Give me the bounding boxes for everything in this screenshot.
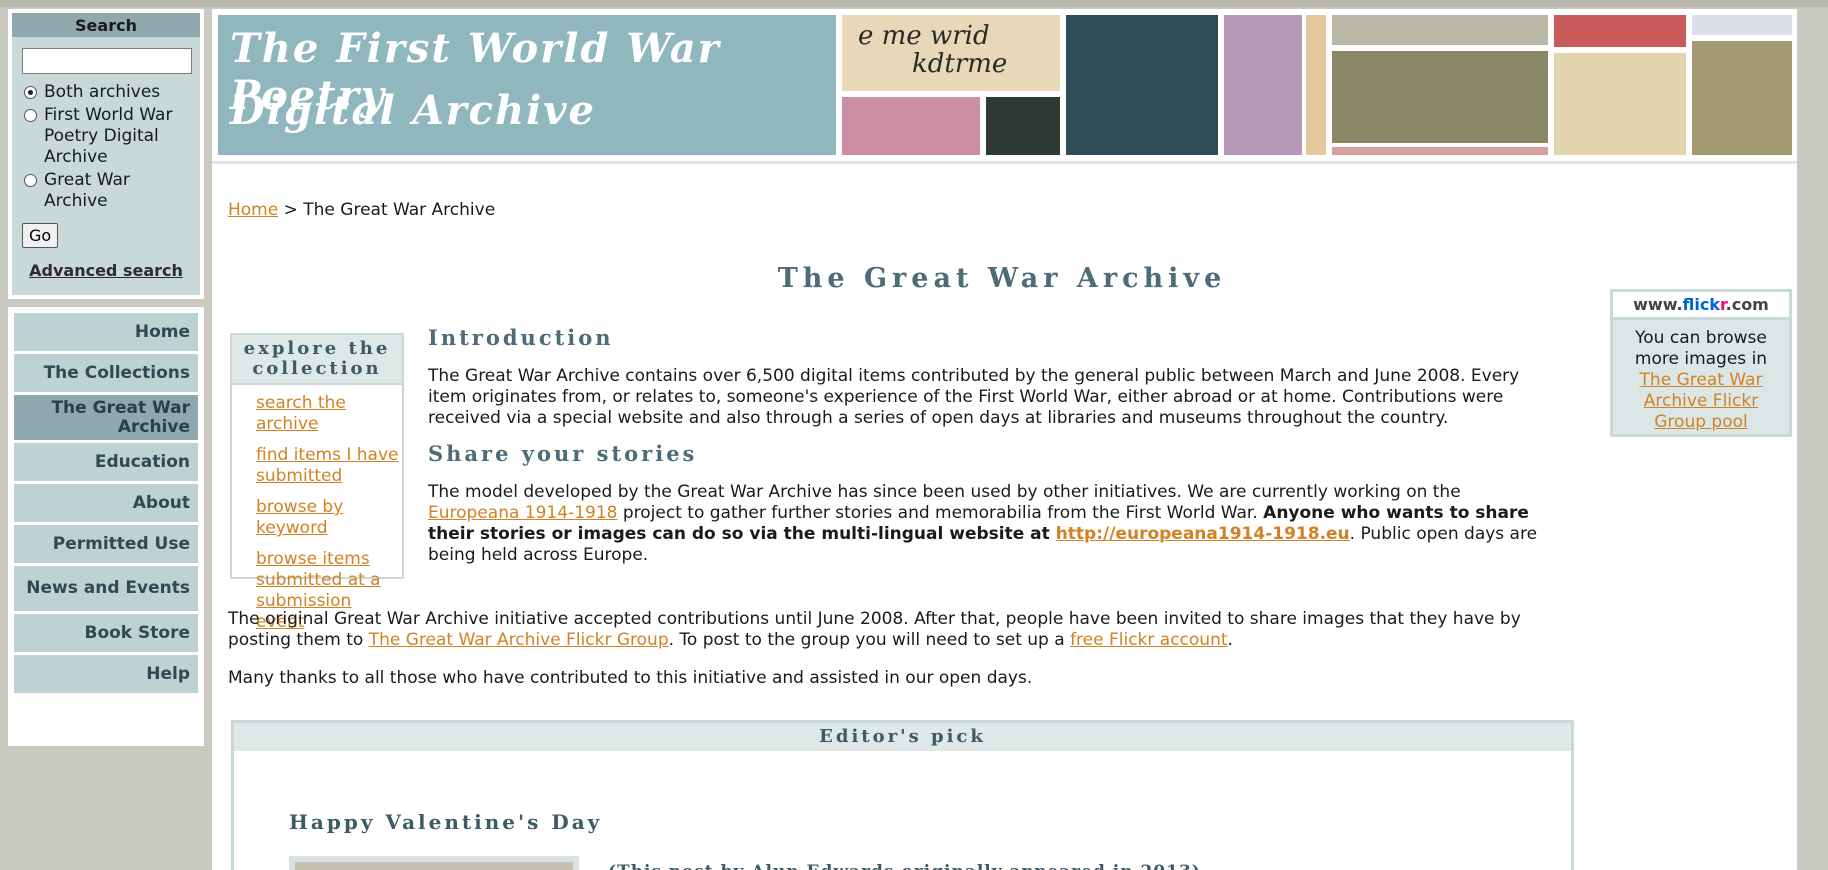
share-text-part: The model developed by the Great War Arc… <box>428 482 1461 502</box>
flickr-logo-www: www. <box>1633 295 1683 314</box>
flickr-pool-link[interactable]: The Great War Archive Flickr Group pool <box>1640 370 1763 432</box>
explore-link-my-items[interactable]: find items I have submitted <box>256 445 398 486</box>
banner-photo-soldier <box>1066 15 1218 155</box>
banner-photo-blue <box>1692 15 1792 35</box>
europeana-url-link[interactable]: http://europeana1914-1918.eu <box>1056 524 1350 544</box>
europeana-link[interactable]: Europeana 1914-1918 <box>428 503 617 523</box>
go-button[interactable]: Go <box>22 223 59 248</box>
banner-photo-letter <box>1332 15 1548 45</box>
nav-item-about[interactable]: About <box>14 484 198 525</box>
radio-button[interactable] <box>24 109 37 122</box>
banner-divider <box>212 161 1797 164</box>
post-thumbnail[interactable] <box>289 856 579 870</box>
banner-photo-red <box>1554 15 1686 47</box>
breadcrumb-current: The Great War Archive <box>303 200 496 220</box>
banner-photo-soldier-small <box>986 97 1060 155</box>
nav-item-great-war-archive[interactable]: The Great War Archive <box>14 395 198 443</box>
main-content: The First World War Poetry Digital Archi… <box>212 9 1797 870</box>
search-panel: Search Both archives First World War Poe… <box>8 9 204 299</box>
nav-item-collections[interactable]: The Collections <box>14 354 198 395</box>
main-nav: Home The Collections The Great War Archi… <box>8 307 204 746</box>
breadcrumb: Home > The Great War Archive <box>228 200 495 220</box>
banner-title-line2: Digital Archive <box>230 87 596 134</box>
original-text-part: . <box>1227 630 1233 650</box>
original-text: The original Great War Archive initiativ… <box>228 609 1568 651</box>
explore-panel: explore the collection search the archiv… <box>230 333 404 632</box>
flickr-logo[interactable]: www.flickr.com <box>1613 292 1789 320</box>
radio-first-world-war-poetry[interactable]: First World War Poetry Digital Archive <box>18 105 194 168</box>
explore-link-search[interactable]: search the archive <box>256 393 346 434</box>
thanks-text: Many thanks to all those who have contri… <box>228 668 1033 688</box>
radio-great-war-archive[interactable]: Great War Archive <box>18 170 194 212</box>
post-title[interactable]: Happy Valentine's Day <box>289 810 602 834</box>
banner-photo-troops <box>1332 51 1548 143</box>
page-scrollbar[interactable] <box>1805 9 1828 870</box>
radio-label: Both archives <box>44 82 161 102</box>
post-subtitle: (This post by Alun Edwards originally ap… <box>608 862 1201 870</box>
intro-heading: Introduction <box>428 325 614 350</box>
explore-link-keyword[interactable]: browse by keyword <box>256 497 343 538</box>
original-section: The original Great War Archive initiativ… <box>228 609 1568 706</box>
radio-button[interactable] <box>24 174 37 187</box>
share-heading: Share your stories <box>428 441 698 466</box>
radio-both-archives[interactable]: Both archives <box>18 82 194 103</box>
editors-pick-panel: Editor's pick Happy Valentine's Day (Thi… <box>231 720 1574 870</box>
flickr-account-link[interactable]: free Flickr account <box>1070 630 1227 650</box>
flickr-logo-com: .com <box>1725 295 1769 314</box>
flickr-group-link[interactable]: The Great War Archive Flickr Group <box>369 630 669 650</box>
banner-photo-pink-strip <box>1332 147 1548 155</box>
radio-button[interactable] <box>24 86 37 99</box>
radio-label: First World War Poetry Digital Archive <box>44 105 173 167</box>
banner-photo-nurses <box>1224 15 1302 155</box>
nav-item-education[interactable]: Education <box>14 443 198 484</box>
window-top-strip <box>0 0 1828 7</box>
flickr-logo-flick: flick <box>1682 295 1721 314</box>
flickr-text: You can browse more images in The Great … <box>1613 320 1789 433</box>
intro-text: The Great War Archive contains over 6,50… <box>428 366 1520 428</box>
search-input[interactable] <box>22 48 192 74</box>
original-text-part: . To post to the group you will need to … <box>668 630 1071 650</box>
banner-logo[interactable]: The First World War Poetry Digital Archi… <box>218 15 836 155</box>
banner-photo-handwriting: e me wrid kdtrme <box>842 15 1060 91</box>
nav-item-book-store[interactable]: Book Store <box>14 614 198 655</box>
nav-item-news-events[interactable]: News and Events <box>14 566 198 614</box>
banner-photo-helmet <box>1692 41 1792 155</box>
nav-item-home[interactable]: Home <box>14 313 198 354</box>
breadcrumb-separator: > <box>283 200 298 220</box>
nav-item-permitted-use[interactable]: Permitted Use <box>14 525 198 566</box>
radio-label: Great War Archive <box>44 170 130 211</box>
flickr-text-part: You can browse more images in <box>1634 328 1768 369</box>
share-text: The model developed by the Great War Arc… <box>428 482 1548 566</box>
intro-section: Introduction The Great War Archive conta… <box>428 327 1548 580</box>
explore-heading: explore the collection <box>232 335 402 385</box>
site-banner[interactable]: The First World War Poetry Digital Archi… <box>218 15 1792 155</box>
banner-photo-script <box>1554 53 1686 155</box>
share-text-part: project to gather further stories and me… <box>617 503 1264 523</box>
search-heading: Search <box>12 13 200 37</box>
banner-photo-pink <box>842 97 980 155</box>
breadcrumb-home-link[interactable]: Home <box>228 200 278 220</box>
banner-photo-letter-strip <box>1306 15 1326 155</box>
flickr-panel: www.flickr.com You can browse more image… <box>1610 289 1792 437</box>
editors-pick-heading: Editor's pick <box>234 723 1571 751</box>
nav-item-help[interactable]: Help <box>14 655 198 696</box>
advanced-search-link[interactable]: Advanced search <box>18 261 194 280</box>
page-title: The Great War Archive <box>777 263 1227 294</box>
